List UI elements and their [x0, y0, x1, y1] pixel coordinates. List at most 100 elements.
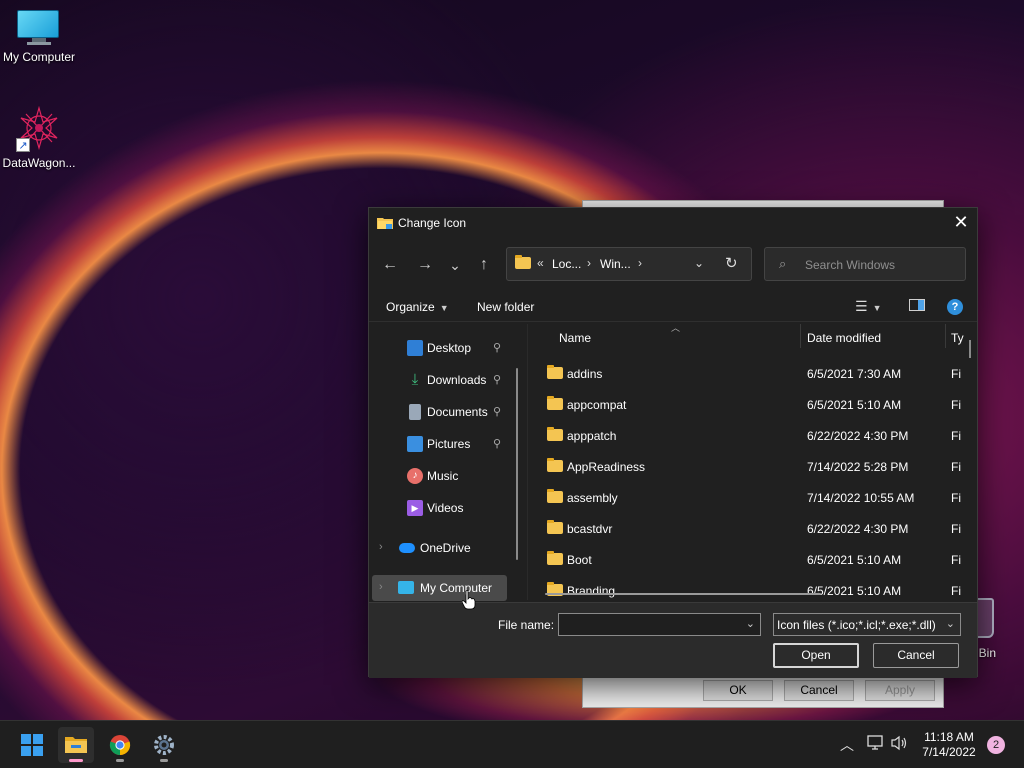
file-type-value: Icon files (*.ico;*.icl;*.exe;*.dll)	[777, 618, 936, 632]
forward-button[interactable]: →	[413, 254, 437, 276]
breadcrumb-windows[interactable]: Win...	[600, 257, 631, 271]
desktop-icon-datawagon[interactable]: ↗ DataWagon...	[0, 105, 78, 170]
pane-divider[interactable]	[527, 324, 528, 600]
taskbar-file-explorer[interactable]	[58, 727, 94, 763]
breadcrumb-separator[interactable]: ›	[587, 256, 591, 270]
table-row[interactable]: Boot 6/5/2021 5:10 AM Fi	[535, 544, 965, 575]
file-date: 7/14/2022 10:55 AM	[807, 491, 915, 505]
address-overflow[interactable]: «	[537, 256, 544, 270]
file-type: Fi	[951, 429, 961, 443]
folder-icon	[547, 489, 563, 506]
nav-item-documents[interactable]: Documents ⚲	[369, 399, 525, 425]
column-date-modified[interactable]: Date modified	[807, 331, 881, 345]
nav-scrollbar[interactable]	[516, 368, 518, 560]
file-type: Fi	[951, 491, 961, 505]
chevron-down-icon[interactable]: ⌄	[746, 617, 755, 630]
back-button[interactable]: ←	[378, 254, 402, 276]
taskbar-chrome[interactable]	[102, 727, 138, 763]
network-icon[interactable]	[866, 735, 884, 754]
change-icon-dialog: Change Icon ✕ ← → ⌄ ↑ « Loc... › Win... …	[368, 207, 978, 678]
notification-badge[interactable]: 2	[987, 736, 1005, 754]
monitor-icon	[17, 10, 61, 46]
search-placeholder: Search Windows	[805, 258, 896, 272]
file-type-select[interactable]: Icon files (*.ico;*.icl;*.exe;*.dll) ⌄	[773, 613, 961, 636]
table-row[interactable]: addins 6/5/2021 7:30 AM Fi	[535, 358, 965, 389]
help-icon[interactable]: ?	[947, 299, 963, 315]
taskbar-settings[interactable]	[146, 727, 182, 763]
start-button[interactable]	[14, 727, 50, 763]
nav-item-downloads[interactable]: ⤓ Downloads ⚲	[369, 367, 525, 393]
file-name: bcastdvr	[567, 522, 613, 536]
table-row[interactable]: apppatch 6/22/2022 4:30 PM Fi	[535, 420, 965, 451]
view-options-icon[interactable]: ☰ ▼	[855, 298, 881, 315]
column-divider[interactable]	[800, 324, 801, 348]
nav-item-pictures[interactable]: Pictures ⚲	[369, 431, 525, 457]
refresh-icon[interactable]: ↻	[725, 254, 738, 272]
chevron-right-icon[interactable]: ›	[379, 541, 383, 553]
nav-item-music[interactable]: ♪ Music	[369, 463, 525, 489]
cancel-button[interactable]: Cancel	[873, 643, 959, 668]
column-type[interactable]: Ty	[951, 331, 964, 345]
cancel-button[interactable]: Cancel	[784, 680, 854, 701]
nav-item-label: Music	[427, 469, 459, 483]
chevron-down-icon[interactable]: ⌄	[946, 617, 955, 630]
nav-item-onedrive[interactable]: › OneDrive	[369, 535, 525, 561]
breadcrumb-local-disk[interactable]: Loc...	[552, 257, 581, 271]
running-indicator	[160, 759, 168, 762]
videos-icon: ▶	[407, 500, 423, 516]
organize-button[interactable]: Organize ▼	[386, 300, 449, 314]
recent-locations-button[interactable]: ⌄	[443, 254, 467, 276]
column-divider[interactable]	[945, 324, 946, 348]
search-input[interactable]: ⌕ Search Windows	[764, 247, 966, 281]
ok-button[interactable]: OK	[703, 680, 773, 701]
up-button[interactable]: ↑	[472, 254, 496, 276]
chevron-right-icon[interactable]: ›	[379, 581, 383, 593]
pictures-icon	[407, 436, 423, 452]
chevron-down-icon[interactable]: ⌄	[694, 256, 704, 270]
nav-item-label: Pictures	[427, 437, 471, 451]
table-row[interactable]: bcastdvr 6/22/2022 4:30 PM Fi	[535, 513, 965, 544]
list-vertical-scrollbar[interactable]	[969, 340, 971, 358]
datawagon-icon: ↗	[16, 105, 62, 152]
file-name-label: File name:	[498, 618, 555, 632]
desktop-icon-my-computer[interactable]: My Computer	[0, 10, 78, 64]
folder-icon	[515, 255, 531, 272]
shortcut-arrow-icon: ↗	[16, 138, 30, 152]
nav-item-label: Documents	[427, 405, 488, 419]
active-indicator	[69, 759, 83, 762]
nav-item-label: Desktop	[427, 341, 472, 355]
running-indicator	[116, 759, 124, 762]
apply-button[interactable]: Apply	[865, 680, 935, 701]
taskbar: ︿ 11:18 AM 7/14/2022 2	[0, 720, 1024, 768]
chrome-icon	[109, 735, 131, 756]
address-bar[interactable]: « Loc... › Win... › ⌄ ↻	[506, 247, 752, 281]
folder-icon	[547, 520, 563, 537]
file-name: apppatch	[567, 429, 617, 443]
list-horizontal-scrollbar[interactable]	[545, 593, 821, 595]
show-hidden-icons-chevron[interactable]: ︿	[840, 735, 854, 755]
clock-date: 7/14/2022	[922, 745, 976, 759]
column-name[interactable]: Name	[559, 331, 591, 345]
table-row[interactable]: Branding 6/5/2021 5:10 AM Fi	[535, 575, 965, 600]
breadcrumb-separator[interactable]: ›	[638, 256, 642, 270]
folder-icon	[547, 427, 563, 444]
desktop-icon	[407, 340, 423, 356]
table-row[interactable]: appcompat 6/5/2021 5:10 AM Fi	[535, 389, 965, 420]
file-type: Fi	[951, 367, 961, 381]
file-name-input[interactable]: ⌄	[558, 613, 761, 636]
preview-pane-icon[interactable]	[909, 298, 925, 314]
nav-item-my-computer[interactable]: › My Computer	[372, 575, 507, 601]
title-bar[interactable]: Change Icon ✕	[369, 208, 977, 238]
open-button[interactable]: Open	[773, 643, 859, 668]
nav-item-videos[interactable]: ▶ Videos	[369, 495, 525, 521]
table-row[interactable]: assembly 7/14/2022 10:55 AM Fi	[535, 482, 965, 513]
nav-item-label: Downloads	[427, 373, 487, 387]
search-icon: ⌕	[779, 256, 787, 271]
table-row[interactable]: AppReadiness 7/14/2022 5:28 PM Fi	[535, 451, 965, 482]
volume-icon[interactable]	[891, 735, 909, 754]
folder-icon	[547, 582, 563, 599]
new-folder-button[interactable]: New folder	[477, 300, 534, 314]
nav-item-desktop[interactable]: Desktop ⚲	[369, 335, 525, 361]
system-clock[interactable]: 11:18 AM 7/14/2022	[914, 730, 984, 760]
close-button[interactable]: ✕	[945, 208, 977, 238]
